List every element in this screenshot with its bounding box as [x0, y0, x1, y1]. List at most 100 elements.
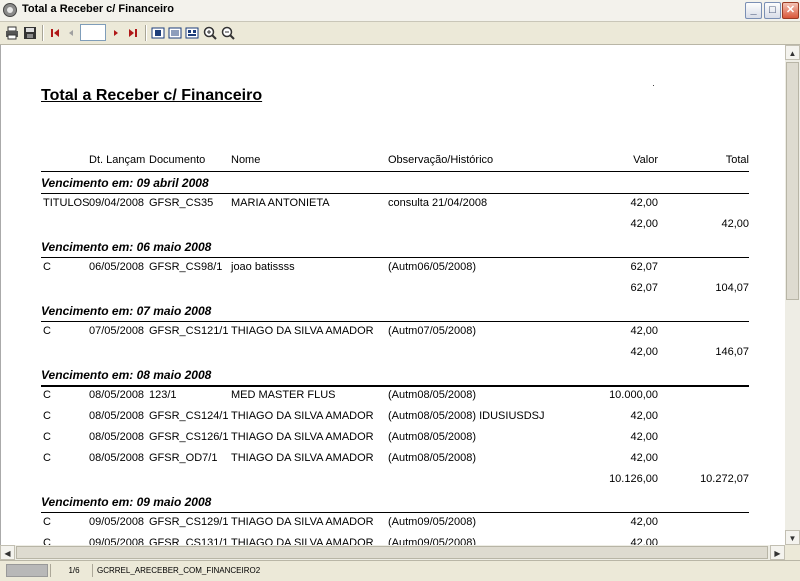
- cell-obs: (Autm09/05/2008): [388, 537, 477, 545]
- group-title: Vencimento em: 07 maio 2008: [41, 304, 212, 318]
- cell-nome: THIAGO DA SILVA AMADOR: [231, 452, 374, 464]
- header-total: Total: [725, 154, 749, 166]
- single-page-icon[interactable]: [150, 25, 166, 41]
- title-bar: Total a Receber c/ Financeiro _ □ ✕: [0, 0, 800, 22]
- group-subtotal: 62,07: [630, 282, 658, 294]
- vertical-scrollbar[interactable]: ▲ ▼: [785, 45, 800, 545]
- printer-icon[interactable]: [4, 25, 20, 41]
- cell-doc: GFSR_CS129/1: [149, 516, 229, 528]
- page-number-input[interactable]: [80, 24, 106, 41]
- zoom-out-icon[interactable]: [220, 25, 236, 41]
- cell-tipo: C: [43, 537, 51, 545]
- group-subtotal: 10.126,00: [609, 473, 658, 485]
- progress-indicator: [6, 564, 48, 577]
- header-valor: Valor: [633, 154, 658, 166]
- cell-nome: THIAGO DA SILVA AMADOR: [231, 537, 374, 545]
- cell-valor: 10.000,00: [609, 389, 658, 401]
- cell-nome: THIAGO DA SILVA AMADOR: [231, 516, 374, 528]
- toolbar-separator: [145, 25, 147, 41]
- cell-doc: GFSR_CS35: [149, 197, 214, 209]
- horizontal-scrollbar[interactable]: ◀ ▶: [0, 545, 785, 560]
- cell-valor: 42,00: [630, 325, 658, 337]
- cell-tipo: C: [43, 431, 51, 443]
- group-divider: [41, 193, 749, 194]
- maximize-button[interactable]: □: [764, 2, 781, 19]
- zoom-in-icon[interactable]: [202, 25, 218, 41]
- cell-doc: GFSR_CS131/1: [149, 537, 229, 545]
- cell-dt: 06/05/2008: [89, 261, 145, 273]
- cell-doc: GFSR_CS121/1: [149, 325, 229, 337]
- scroll-down-icon[interactable]: ▼: [785, 530, 800, 545]
- cell-tipo: C: [43, 452, 51, 464]
- close-button[interactable]: ✕: [782, 2, 799, 19]
- group-divider: [41, 385, 749, 387]
- window-title: Total a Receber c/ Financeiro: [22, 3, 175, 15]
- cell-nome: MARIA ANTONIETA: [231, 197, 330, 209]
- multi-page-icon[interactable]: [167, 25, 183, 41]
- cell-obs: (Autm07/05/2008): [388, 325, 477, 337]
- scroll-left-icon[interactable]: ◀: [0, 545, 15, 560]
- vertical-scroll-thumb[interactable]: [786, 62, 799, 300]
- cell-tipo: TITULOS: [43, 197, 90, 209]
- app-icon: [3, 3, 17, 17]
- save-icon[interactable]: [22, 25, 38, 41]
- cell-nome: THIAGO DA SILVA AMADOR: [231, 431, 374, 443]
- cell-tipo: C: [43, 516, 51, 528]
- page-width-icon[interactable]: [184, 25, 200, 41]
- cell-obs: (Autm08/05/2008): [388, 389, 477, 401]
- cell-valor: 42,00: [630, 410, 658, 422]
- cell-nome: THIAGO DA SILVA AMADOR: [231, 410, 374, 422]
- cell-dt: 08/05/2008: [89, 389, 145, 401]
- cell-obs: (Autm08/05/2008) IDUSIUSDSJ: [388, 410, 545, 422]
- cell-dt: 08/05/2008: [89, 431, 145, 443]
- horizontal-scroll-thumb[interactable]: [16, 546, 768, 559]
- group-divider: [41, 321, 749, 322]
- cell-tipo: C: [43, 325, 51, 337]
- scroll-right-icon[interactable]: ▶: [770, 545, 785, 560]
- group-title: Vencimento em: 08 maio 2008: [41, 368, 212, 382]
- minimize-button[interactable]: _: [745, 2, 762, 19]
- cell-valor: 42,00: [630, 516, 658, 528]
- cell-valor: 42,00: [630, 537, 658, 545]
- cell-valor: 42,00: [630, 452, 658, 464]
- group-subtotal: 42,00: [630, 346, 658, 358]
- cell-dt: 09/05/2008: [89, 537, 145, 545]
- cell-doc: GFSR_OD7/1: [149, 452, 218, 464]
- scroll-corner: [785, 545, 800, 560]
- cell-dt: 09/05/2008: [89, 516, 145, 528]
- cell-doc: GFSR_CS124/1: [149, 410, 229, 422]
- running-total: 104,07: [715, 282, 749, 294]
- scroll-up-icon[interactable]: ▲: [785, 45, 800, 60]
- header-observacao: Observação/Histórico: [388, 154, 494, 166]
- cell-doc: GFSR_CS98/1: [149, 261, 223, 273]
- running-total: 10.272,07: [700, 473, 749, 485]
- cell-nome: THIAGO DA SILVA AMADOR: [231, 325, 374, 337]
- cell-valor: 62,07: [630, 261, 658, 273]
- group-divider: [41, 257, 749, 258]
- cell-obs: consulta 21/04/2008: [388, 197, 488, 209]
- group-divider: [41, 512, 749, 513]
- next-page-icon[interactable]: [108, 25, 124, 41]
- cell-obs: (Autm06/05/2008): [388, 261, 477, 273]
- group-title: Vencimento em: 09 maio 2008: [41, 495, 212, 509]
- toolbar-separator: [42, 25, 44, 41]
- group-title: Vencimento em: 06 maio 2008: [41, 240, 212, 254]
- status-page: 1/6: [50, 564, 93, 577]
- header-divider: [41, 171, 749, 172]
- cell-dt: 07/05/2008: [89, 325, 145, 337]
- prev-page-icon[interactable]: [63, 25, 79, 41]
- first-page-icon[interactable]: [47, 25, 63, 41]
- page-mark: [653, 85, 654, 86]
- report-page: Total a Receber c/ Financeiro Dt. Lançam…: [0, 45, 785, 545]
- cell-obs: (Autm09/05/2008): [388, 516, 477, 528]
- cell-tipo: C: [43, 389, 51, 401]
- cell-obs: (Autm08/05/2008): [388, 431, 477, 443]
- cell-dt: 08/05/2008: [89, 452, 145, 464]
- group-title: Vencimento em: 09 abril 2008: [41, 176, 209, 190]
- running-total: 146,07: [715, 346, 749, 358]
- cell-doc: 123/1: [149, 389, 177, 401]
- last-page-icon[interactable]: [125, 25, 141, 41]
- status-bar: 1/6 GCRREL_ARECEBER_COM_FINANCEIRO2: [0, 560, 800, 581]
- cell-valor: 42,00: [630, 431, 658, 443]
- header-dt-lancam: Dt. Lançam: [89, 154, 146, 166]
